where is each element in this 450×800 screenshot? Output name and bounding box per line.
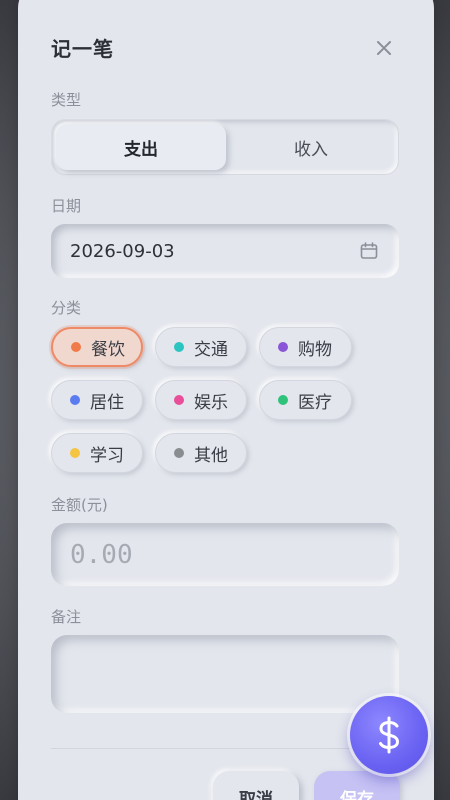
category-dot [70,448,80,458]
amount-label: 金额(元) [51,496,108,514]
cancel-button[interactable]: 取消 [213,771,299,800]
category-chip-label: 娱乐 [194,392,228,413]
category-dot [174,395,184,405]
category-chip-transport[interactable]: 交通 [155,327,247,367]
category-chip-study[interactable]: 学习 [51,433,143,473]
date-label: 日期 [51,197,82,215]
category-label: 分类 [51,299,82,317]
dollar-icon [379,716,400,754]
category-chip-label: 学习 [90,445,124,466]
type-option-expense[interactable]: 支出 [56,124,226,170]
date-input[interactable]: 2026-09-03 [51,224,399,278]
category-chip-label: 医疗 [298,392,332,413]
dialog-title: 记一笔 [51,37,114,61]
category-dot [174,342,184,352]
type-option-income[interactable]: 收入 [226,124,396,170]
amount-input[interactable]: 0.00 [51,523,399,586]
category-chip-label: 餐饮 [91,339,125,360]
category-dot [70,395,80,405]
note-textarea[interactable] [51,635,399,713]
amount-placeholder: 0.00 [70,539,133,570]
close-icon [377,41,391,55]
close-button[interactable] [370,34,398,62]
type-label: 类型 [51,91,82,109]
category-chip-housing[interactable]: 居住 [51,380,143,420]
calendar-icon[interactable] [359,241,379,261]
category-chip-label: 其他 [194,445,228,466]
date-value: 2026-09-03 [70,240,175,262]
add-record-fab[interactable] [350,696,428,774]
category-dot [278,395,288,405]
category-dot [71,342,81,352]
category-chip-other[interactable]: 其他 [155,433,247,473]
save-button[interactable]: 保存 [314,771,400,800]
category-chip-medical[interactable]: 医疗 [259,380,352,420]
category-chip-label: 居住 [90,392,124,413]
type-segmented-control: 支出 收入 [51,119,399,175]
category-chip-shopping[interactable]: 购物 [259,327,352,367]
category-chip-label: 交通 [194,339,228,360]
note-label: 备注 [51,608,82,626]
category-dot [174,448,184,458]
footer-divider [51,748,399,749]
category-chip-dining[interactable]: 餐饮 [51,327,143,367]
category-dot [278,342,288,352]
category-chip-label: 购物 [298,339,332,360]
category-chip-entertainment[interactable]: 娱乐 [155,380,247,420]
